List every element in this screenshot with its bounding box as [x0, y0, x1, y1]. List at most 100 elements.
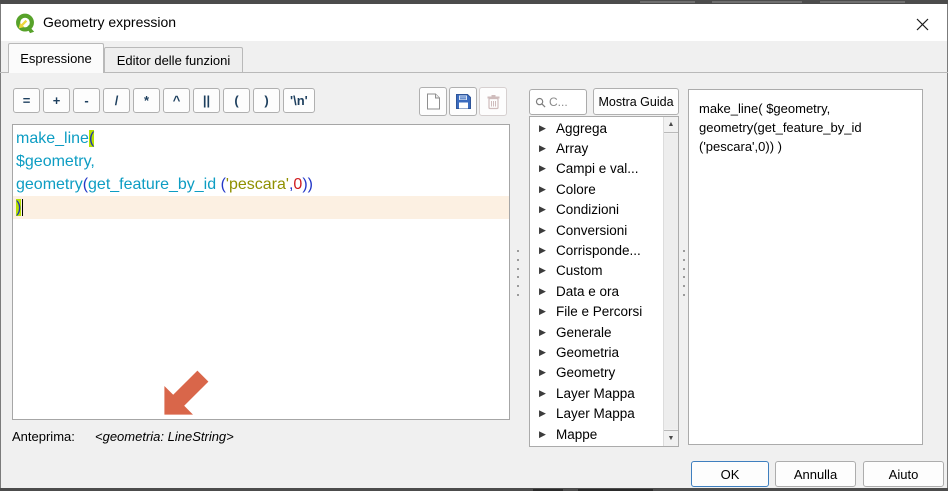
list-scrollbar[interactable]: ▲ ▼	[663, 117, 678, 446]
scroll-up-button[interactable]: ▲	[664, 117, 678, 133]
operator-button-4[interactable]: *	[133, 88, 160, 113]
category-label: Colore	[556, 182, 596, 197]
category-item-file-e-percorsi[interactable]: ▶File e Percorsi	[530, 302, 663, 322]
expand-arrow-icon[interactable]: ▶	[539, 184, 556, 195]
code-line: )	[13, 196, 509, 219]
geometry-expression-dialog: Geometry expression Espressione Editor d…	[0, 0, 948, 491]
text-caret	[22, 199, 23, 216]
tab-bar-line	[0, 72, 948, 73]
scroll-thumb[interactable]	[664, 134, 678, 429]
category-item-matematica[interactable]: ▶Matematica	[530, 444, 663, 447]
help-preview-panel: make_line( $geometry,geometry(get_featur…	[688, 89, 923, 445]
help-text-line: ('pescara',0)) )	[699, 137, 912, 156]
qgis-logo-icon	[14, 12, 36, 34]
category-item-corrisponde[interactable]: ▶Corrisponde...	[530, 240, 663, 260]
operator-button-6[interactable]: ||	[193, 88, 220, 113]
category-label: Corrisponde...	[556, 243, 641, 258]
search-icon	[535, 97, 546, 108]
category-item-conversioni[interactable]: ▶Conversioni	[530, 220, 663, 240]
operator-button-5[interactable]: ^	[163, 88, 190, 113]
category-item-geometry[interactable]: ▶Geometry	[530, 363, 663, 383]
expand-arrow-icon[interactable]: ▶	[539, 245, 556, 256]
search-placeholder: C...	[549, 95, 568, 109]
operator-button-0[interactable]: =	[13, 88, 40, 113]
code-line: make_line(	[13, 127, 509, 150]
expand-arrow-icon[interactable]: ▶	[539, 347, 556, 358]
category-item-mappe[interactable]: ▶Mappe	[530, 424, 663, 444]
expression-actions	[419, 87, 507, 116]
category-item-data-e-ora[interactable]: ▶Data e ora	[530, 281, 663, 301]
cancel-button[interactable]: Annulla	[775, 461, 856, 487]
scroll-down-icon: ▼	[668, 435, 675, 442]
title-bar: Geometry expression	[1, 4, 947, 41]
expand-arrow-icon[interactable]: ▶	[539, 225, 556, 236]
category-label: Generale	[556, 325, 612, 340]
ok-button[interactable]: OK	[691, 461, 769, 487]
new-file-icon	[426, 93, 441, 110]
save-expression-button[interactable]	[449, 87, 477, 116]
expand-arrow-icon[interactable]: ▶	[539, 286, 556, 297]
expand-arrow-icon[interactable]: ▶	[539, 123, 556, 134]
category-label: Conversioni	[556, 223, 627, 238]
show-help-button[interactable]: Mostra Guida	[593, 88, 679, 115]
category-label: Geometry	[556, 365, 615, 380]
category-label: Condizioni	[556, 202, 619, 217]
category-label: File e Percorsi	[556, 304, 642, 319]
category-label: Aggrega	[556, 121, 607, 136]
operator-button-9[interactable]: '\n'	[283, 88, 315, 113]
code-line: $geometry,	[13, 150, 509, 173]
splitter-handle-left[interactable]	[514, 250, 522, 296]
operator-buttons: =+-/*^||()'\n'	[13, 88, 315, 113]
new-expression-button[interactable]	[419, 87, 447, 116]
expression-editor[interactable]: make_line($geometry,geometry(get_feature…	[12, 124, 510, 420]
category-item-custom[interactable]: ▶Custom	[530, 261, 663, 281]
category-item-campi-e-val[interactable]: ▶Campi e val...	[530, 159, 663, 179]
expand-arrow-icon[interactable]: ▶	[539, 163, 556, 174]
operator-button-1[interactable]: +	[43, 88, 70, 113]
close-button[interactable]	[911, 13, 933, 35]
category-item-condizioni[interactable]: ▶Condizioni	[530, 200, 663, 220]
category-item-layer-mappa[interactable]: ▶Layer Mappa	[530, 403, 663, 423]
help-button[interactable]: Aiuto	[863, 461, 944, 487]
delete-expression-button[interactable]	[479, 87, 507, 116]
scroll-up-icon: ▲	[668, 121, 675, 128]
category-item-generale[interactable]: ▶Generale	[530, 322, 663, 342]
expand-arrow-icon[interactable]: ▶	[539, 408, 556, 419]
category-item-aggrega[interactable]: ▶Aggrega	[530, 118, 663, 138]
preview-value: <geometria: LineString>	[95, 429, 234, 444]
function-search-input[interactable]: C...	[529, 89, 587, 115]
expand-arrow-icon[interactable]: ▶	[539, 265, 556, 276]
category-item-array[interactable]: ▶Array	[530, 138, 663, 158]
splitter-handle-right[interactable]	[680, 250, 688, 296]
category-item-layer-mappa[interactable]: ▶Layer Mappa	[530, 383, 663, 403]
category-label: Mappe	[556, 427, 597, 442]
tab-editor-funzioni[interactable]: Editor delle funzioni	[104, 47, 243, 73]
category-item-colore[interactable]: ▶Colore	[530, 179, 663, 199]
expand-arrow-icon[interactable]: ▶	[539, 367, 556, 378]
expand-arrow-icon[interactable]: ▶	[539, 388, 556, 399]
tab-espressione[interactable]: Espressione	[8, 43, 104, 73]
preview-label: Anteprima:	[12, 429, 75, 444]
scroll-down-button[interactable]: ▼	[664, 430, 678, 446]
category-label: Array	[556, 141, 588, 156]
category-label: Layer Mappa	[556, 406, 635, 421]
expand-arrow-icon[interactable]: ▶	[539, 306, 556, 317]
expand-arrow-icon[interactable]: ▶	[539, 143, 556, 154]
operator-button-8[interactable]: )	[253, 88, 280, 113]
category-label: Geometria	[556, 345, 619, 360]
category-label: Campi e val...	[556, 161, 639, 176]
function-category-list: ▶Aggrega▶Array▶Campi e val...▶Colore▶Con…	[529, 116, 679, 447]
category-label: Custom	[556, 263, 603, 278]
operator-button-3[interactable]: /	[103, 88, 130, 113]
annotation-arrow-icon	[160, 364, 215, 419]
code-line: geometry(get_feature_by_id ('pescara',0)…	[13, 173, 509, 196]
operator-button-7[interactable]: (	[223, 88, 250, 113]
expand-arrow-icon[interactable]: ▶	[539, 327, 556, 338]
expand-arrow-icon[interactable]: ▶	[539, 204, 556, 215]
expand-arrow-icon[interactable]: ▶	[539, 429, 556, 440]
category-label: Data e ora	[556, 284, 619, 299]
save-icon	[455, 93, 472, 110]
category-item-geometria[interactable]: ▶Geometria	[530, 342, 663, 362]
operator-button-2[interactable]: -	[73, 88, 100, 113]
category-rows: ▶Aggrega▶Array▶Campi e val...▶Colore▶Con…	[530, 118, 663, 447]
